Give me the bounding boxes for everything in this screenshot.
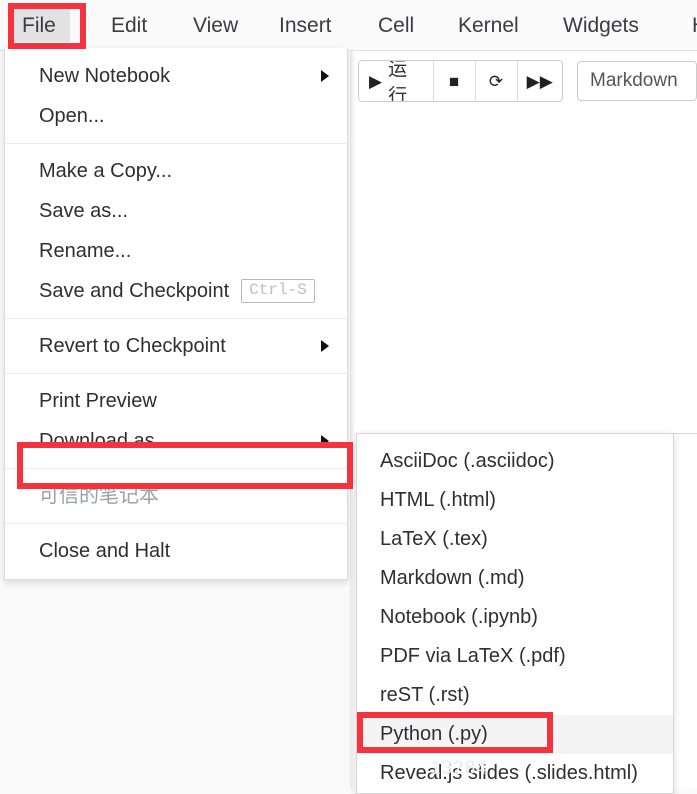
cell-type-select[interactable]: Markdown [577, 61, 697, 101]
file-menu-item[interactable]: Revert to Checkpoint [5, 326, 347, 366]
menu-separator [5, 468, 347, 469]
file-menu-item-label: Open... [39, 105, 105, 127]
file-menu-item-label: Save as... [39, 200, 128, 222]
download-format-item[interactable]: Markdown (.md) [357, 559, 673, 598]
file-menu-item-label: Revert to Checkpoint [39, 335, 226, 357]
menubar: File Edit View Insert Cell Kernel Widgets H [0, 0, 697, 51]
menu-separator [5, 523, 347, 524]
download-format-item[interactable]: Notebook (.ipynb) [357, 598, 673, 637]
file-menu-item[interactable]: Print Preview [5, 381, 347, 421]
file-menu-item[interactable]: Close and Halt [5, 531, 347, 571]
download-as-submenu: AsciiDoc (.asciidoc) HTML (.html) LaTeX (.… [356, 433, 674, 794]
file-menu-item-label: 可信的笔记本 [39, 485, 159, 507]
download-format-item[interactable]: LaTeX (.tex) [357, 520, 673, 559]
menu-separator [5, 143, 347, 144]
menubar-item-insert[interactable]: Insert [265, 9, 346, 42]
restart-and-run-all-button[interactable]: ▶▶ [517, 61, 562, 101]
submenu-arrow-icon [321, 435, 329, 447]
submenu-arrow-icon [321, 70, 329, 82]
watermark-text: 13284 [430, 758, 488, 779]
download-format-item[interactable]: HTML (.html) [357, 481, 673, 520]
file-menu-item: 可信的笔记本 [5, 476, 347, 516]
file-menu-item[interactable]: Save and Checkpoint Ctrl-S [5, 271, 347, 311]
keyboard-shortcut-badge: Ctrl-S [241, 279, 315, 303]
menubar-item-file[interactable]: File [8, 9, 70, 42]
play-icon: ▶ [369, 71, 383, 91]
file-menu-item-label: Rename... [39, 240, 132, 262]
submenu-arrow-icon [321, 340, 329, 352]
file-dropdown-menu: New Notebook Open... Make a Copy... Save as… [4, 48, 348, 580]
file-menu-item[interactable]: Make a Copy... [5, 151, 347, 191]
file-menu-item-label: Print Preview [39, 390, 157, 412]
fast-forward-icon: ▶▶ [526, 71, 553, 91]
file-menu-item-label: Download as [39, 430, 155, 452]
stop-square-icon: ■ [448, 71, 460, 91]
menubar-item-cell[interactable]: Cell [364, 9, 428, 42]
download-format-item[interactable]: AsciiDoc (.asciidoc) [357, 442, 673, 481]
notebook-toolbar: ▶ 运行 ■ ⟳ ▶▶ Markdown [358, 58, 697, 104]
toolbar-button-group: ▶ 运行 ■ ⟳ ▶▶ [358, 60, 563, 102]
interrupt-kernel-button[interactable]: ■ [433, 61, 476, 101]
menubar-item-edit[interactable]: Edit [97, 9, 161, 42]
file-menu-item[interactable]: Rename... [5, 231, 347, 271]
file-menu-item[interactable]: New Notebook [5, 56, 347, 96]
menu-separator [5, 318, 347, 319]
background-rule-line [673, 433, 697, 434]
download-format-item[interactable]: Reveal.js slides (.slides.html) [357, 754, 673, 793]
file-menu-item-label: Close and Halt [39, 540, 171, 562]
run-cell-button[interactable]: ▶ 运行 [359, 61, 434, 101]
menu-separator [5, 373, 347, 374]
download-format-item[interactable]: reST (.rst) [357, 676, 673, 715]
menubar-item-widgets[interactable]: Widgets [549, 9, 653, 42]
download-format-item[interactable]: PDF via LaTeX (.pdf) [357, 637, 673, 676]
file-menu-item-label: Save and Checkpoint [39, 280, 230, 302]
file-menu-item[interactable]: Open... [5, 96, 347, 136]
menubar-item-h[interactable]: H [678, 9, 697, 42]
file-menu-item-label: Make a Copy... [39, 160, 173, 182]
menubar-item-kernel[interactable]: Kernel [444, 9, 533, 42]
file-menu-item[interactable]: Download as [5, 421, 347, 461]
run-cell-label: 运行 [388, 60, 408, 102]
restart-icon: ⟳ [488, 71, 504, 91]
restart-kernel-button[interactable]: ⟳ [475, 61, 518, 101]
file-menu-item-label: New Notebook [39, 65, 171, 87]
file-menu-item[interactable]: Save as... [5, 191, 347, 231]
download-format-item[interactable]: Python (.py) [357, 715, 673, 754]
menubar-item-view[interactable]: View [179, 9, 252, 42]
